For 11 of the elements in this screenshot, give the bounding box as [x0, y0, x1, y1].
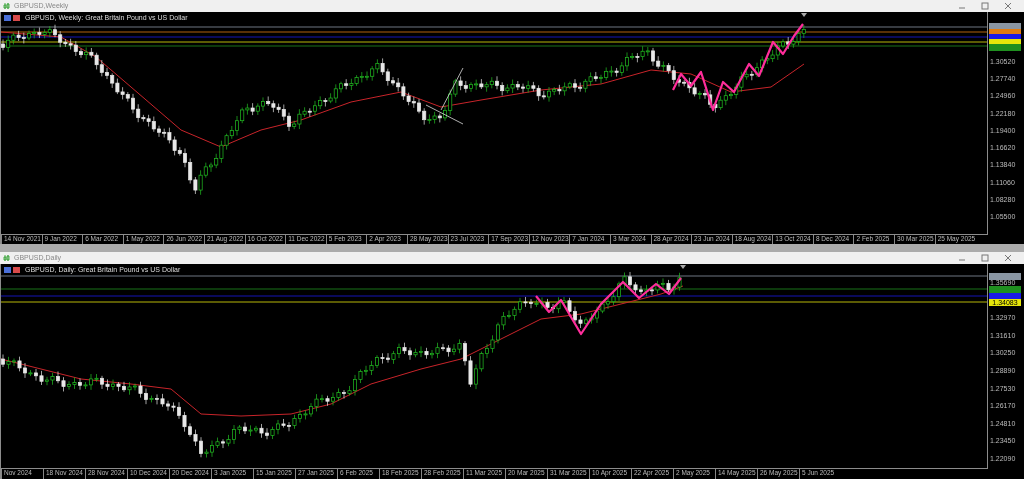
close-icon[interactable] — [1004, 2, 1012, 10]
minimize-icon[interactable] — [958, 259, 966, 261]
chart-icon — [3, 2, 11, 10]
trend-line-drawing — [425, 67, 464, 125]
chart-type-icon — [4, 266, 22, 273]
chart-type-icon — [4, 14, 22, 21]
maximize-icon[interactable] — [981, 254, 989, 262]
maximize-icon[interactable] — [981, 2, 989, 10]
close-icon[interactable] — [1004, 254, 1012, 262]
chart-icon — [3, 254, 11, 262]
minimize-icon[interactable] — [958, 7, 966, 9]
